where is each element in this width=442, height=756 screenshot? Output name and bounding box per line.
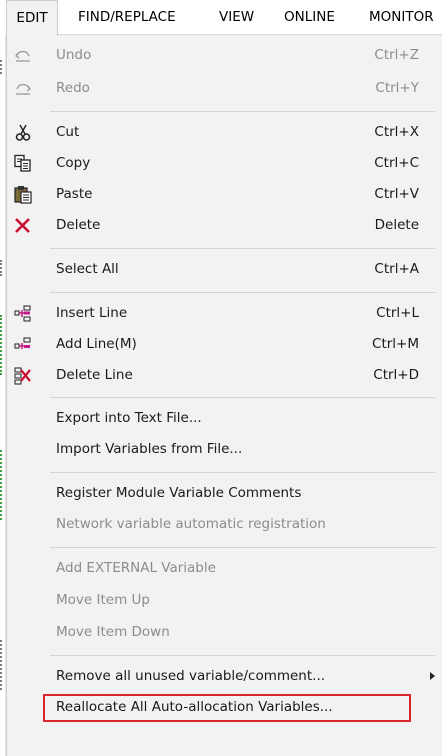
menu-item-export-text-file[interactable]: Export into Text File... (7, 403, 442, 434)
menu-edit[interactable]: EDIT (6, 0, 58, 36)
menu-item-label: Undo (56, 47, 92, 63)
menu-item-label: Insert Line (56, 305, 128, 321)
menu-item-label: Import Variables from File... (56, 441, 243, 457)
shortcut-label: Ctrl+D (373, 367, 419, 383)
menu-item-add-external-variable[interactable]: Add EXTERNAL Variable (7, 553, 442, 584)
menu-item-label: Register Module Variable Comments (56, 485, 302, 501)
background-dotted-line (0, 60, 5, 74)
menu-item-label: Move Item Up (56, 592, 150, 608)
shortcut-label: Ctrl+Y (375, 80, 419, 96)
delete-x-icon (13, 216, 33, 235)
menubar: EDIT FIND/REPLACE VIEW ONLINE MONITOR (0, 0, 442, 36)
shortcut-label: Ctrl+V (374, 186, 419, 202)
menu-separator (50, 472, 435, 473)
menu-find-replace[interactable]: FIND/REPLACE (78, 0, 176, 34)
menu-separator (50, 111, 435, 112)
menu-item-delete[interactable]: Delete Delete (7, 210, 442, 241)
paste-icon (13, 185, 33, 204)
shortcut-label: Ctrl+X (374, 124, 419, 140)
background-dotted-line (0, 315, 5, 375)
menu-item-redo[interactable]: Redo Ctrl+Y (7, 73, 442, 104)
submenu-arrow-icon (430, 672, 435, 680)
menu-separator (50, 547, 435, 548)
menu-separator (50, 292, 435, 293)
menu-separator (50, 248, 435, 249)
scissors-icon (13, 123, 33, 142)
menu-item-reallocate-auto-variables[interactable]: Reallocate All Auto-allocation Variables… (7, 692, 442, 723)
menu-item-delete-line[interactable]: Delete Line Ctrl+D (7, 360, 442, 391)
copy-icon (13, 154, 33, 173)
background-dotted-line (0, 450, 5, 520)
menu-item-undo[interactable]: Undo Ctrl+Z (7, 40, 442, 71)
menu-item-select-all[interactable]: Select All Ctrl+A (7, 254, 442, 285)
menu-item-label: Reallocate All Auto-allocation Variables… (56, 699, 333, 715)
menu-item-move-up[interactable]: Move Item Up (7, 585, 442, 616)
menu-item-label: Add Line(M) (56, 336, 137, 352)
insert-line-icon (13, 304, 33, 323)
shortcut-label: Ctrl+C (374, 155, 419, 171)
menu-item-label: Copy (56, 155, 91, 171)
menu-item-label: Select All (56, 261, 119, 277)
menu-item-label: Remove all unused variable/comment... (56, 668, 326, 684)
add-line-icon (13, 335, 33, 354)
menu-item-register-comments[interactable]: Register Module Variable Comments (7, 478, 442, 509)
menu-item-move-down[interactable]: Move Item Down (7, 617, 442, 648)
background-dotted-line (0, 640, 5, 690)
menu-item-label: Delete (56, 217, 101, 233)
menu-item-label: Delete Line (56, 367, 133, 383)
menu-item-network-auto-registration[interactable]: Network variable automatic registration (7, 509, 442, 540)
edit-dropdown-menu: Undo Ctrl+Z Redo Ctrl+Y Cut Ctrl+X Copy … (6, 35, 442, 756)
menu-item-cut[interactable]: Cut Ctrl+X (7, 117, 442, 148)
menu-separator (50, 655, 435, 656)
shortcut-label: Ctrl+M (372, 336, 419, 352)
shortcut-label: Ctrl+A (374, 261, 419, 277)
menu-separator (50, 397, 435, 398)
menu-item-add-line[interactable]: Add Line(M) Ctrl+M (7, 329, 442, 360)
menu-item-label: Paste (56, 186, 93, 202)
menu-item-label: Network variable automatic registration (56, 516, 326, 532)
menu-item-label: Cut (56, 124, 80, 140)
menu-item-label: Move Item Down (56, 624, 170, 640)
shortcut-label: Ctrl+L (376, 305, 419, 321)
menu-online[interactable]: ONLINE (284, 0, 335, 34)
menu-item-remove-unused[interactable]: Remove all unused variable/comment... (7, 661, 442, 692)
shortcut-label: Delete (374, 217, 419, 233)
menu-item-copy[interactable]: Copy Ctrl+C (7, 148, 442, 179)
shortcut-label: Ctrl+Z (374, 47, 419, 63)
menu-monitor[interactable]: MONITOR (369, 0, 434, 34)
menu-item-import-variables[interactable]: Import Variables from File... (7, 434, 442, 465)
background-dotted-line (0, 260, 5, 276)
menu-item-insert-line[interactable]: Insert Line Ctrl+L (7, 298, 442, 329)
delete-line-icon (13, 366, 33, 385)
redo-icon (13, 79, 33, 98)
menu-item-label: Redo (56, 80, 90, 96)
menu-view[interactable]: VIEW (219, 0, 254, 34)
menu-item-paste[interactable]: Paste Ctrl+V (7, 179, 442, 210)
undo-icon (13, 46, 33, 65)
menu-item-label: Export into Text File... (56, 410, 202, 426)
menu-item-label: Add EXTERNAL Variable (56, 560, 216, 576)
